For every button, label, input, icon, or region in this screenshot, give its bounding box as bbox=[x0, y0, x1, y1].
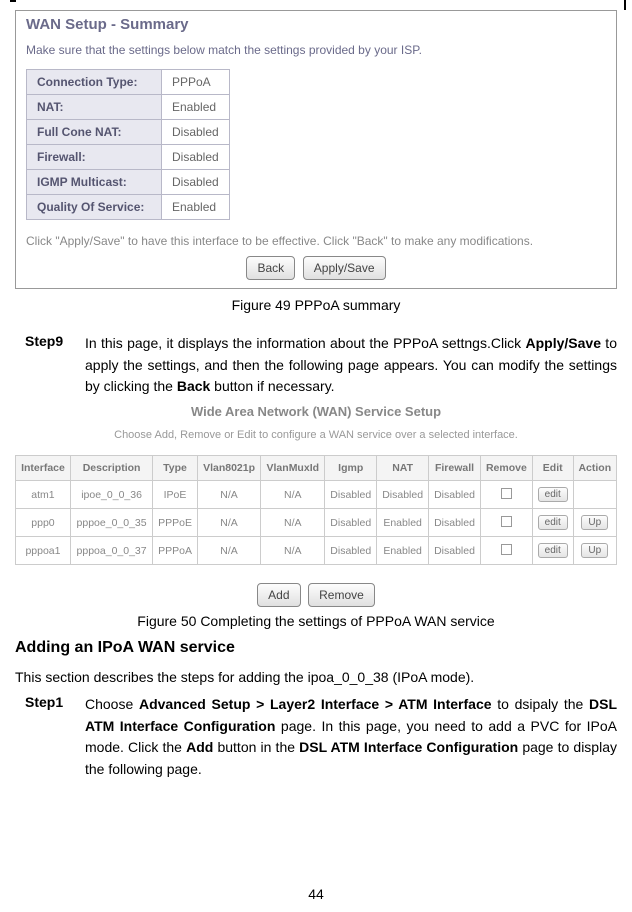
remove-checkbox[interactable] bbox=[501, 544, 512, 555]
table-header-row: Interface Description Type Vlan8021p Vla… bbox=[16, 456, 617, 481]
up-button[interactable]: Up bbox=[581, 543, 608, 558]
step-1-label: Step1 bbox=[25, 694, 85, 781]
back-button[interactable]: Back bbox=[246, 256, 295, 280]
wan-summary-footnote: Click "Apply/Save" to have this interfac… bbox=[16, 234, 616, 256]
step-1-text: Choose Advanced Setup > Layer2 Interface… bbox=[85, 694, 617, 781]
figure-50-caption: Figure 50 Completing the settings of PPP… bbox=[15, 613, 617, 629]
table-row: Quality Of Service:Enabled bbox=[27, 195, 230, 220]
wan-service-desc: Choose Add, Remove or Edit to configure … bbox=[15, 429, 617, 441]
table-row: Full Cone NAT:Disabled bbox=[27, 120, 230, 145]
wan-service-title: Wide Area Network (WAN) Service Setup bbox=[15, 404, 617, 419]
wan-summary-table: Connection Type:PPPoA NAT:Enabled Full C… bbox=[26, 69, 230, 220]
ipoa-intro: This section describes the steps for add… bbox=[15, 667, 617, 688]
table-row: Firewall:Disabled bbox=[27, 145, 230, 170]
edit-button[interactable]: edit bbox=[538, 487, 568, 502]
wan-summary-title: WAN Setup - Summary bbox=[16, 11, 616, 43]
step-9-text: In this page, it displays the informatio… bbox=[85, 333, 617, 398]
crop-marks bbox=[10, 0, 626, 4]
edit-button[interactable]: edit bbox=[538, 515, 568, 530]
remove-checkbox[interactable] bbox=[501, 488, 512, 499]
add-button[interactable]: Add bbox=[257, 583, 300, 607]
step-9-label: Step9 bbox=[25, 333, 85, 398]
edit-button[interactable]: edit bbox=[538, 543, 568, 558]
page-number: 44 bbox=[0, 886, 632, 902]
step-9: Step9 In this page, it displays the info… bbox=[25, 333, 617, 398]
wan-summary-buttons: Back Apply/Save bbox=[16, 256, 616, 288]
wan-service-table: Interface Description Type Vlan8021p Vla… bbox=[15, 455, 617, 565]
table-row: Connection Type:PPPoA bbox=[27, 70, 230, 95]
wan-service-panel: Wide Area Network (WAN) Service Setup Ch… bbox=[15, 404, 617, 607]
wan-service-buttons: Add Remove bbox=[15, 583, 617, 607]
wan-summary-panel: WAN Setup - Summary Make sure that the s… bbox=[15, 10, 617, 289]
table-row: atm1 ipoe_0_0_36 IPoE N/A N/A Disabled D… bbox=[16, 481, 617, 509]
up-button[interactable]: Up bbox=[581, 515, 608, 530]
figure-49-caption: Figure 49 PPPoA summary bbox=[15, 297, 617, 313]
apply-save-button[interactable]: Apply/Save bbox=[303, 256, 386, 280]
ipoa-heading: Adding an IPoA WAN service bbox=[15, 639, 617, 657]
table-row: ppp0 pppoe_0_0_35 PPPoE N/A N/A Disabled… bbox=[16, 509, 617, 537]
step-1: Step1 Choose Advanced Setup > Layer2 Int… bbox=[25, 694, 617, 781]
table-row: NAT:Enabled bbox=[27, 95, 230, 120]
table-row: pppoa1 pppoa_0_0_37 PPPoA N/A N/A Disabl… bbox=[16, 537, 617, 565]
wan-summary-desc: Make sure that the settings below match … bbox=[16, 43, 616, 69]
remove-button[interactable]: Remove bbox=[308, 583, 375, 607]
remove-checkbox[interactable] bbox=[501, 516, 512, 527]
table-row: IGMP Multicast:Disabled bbox=[27, 170, 230, 195]
